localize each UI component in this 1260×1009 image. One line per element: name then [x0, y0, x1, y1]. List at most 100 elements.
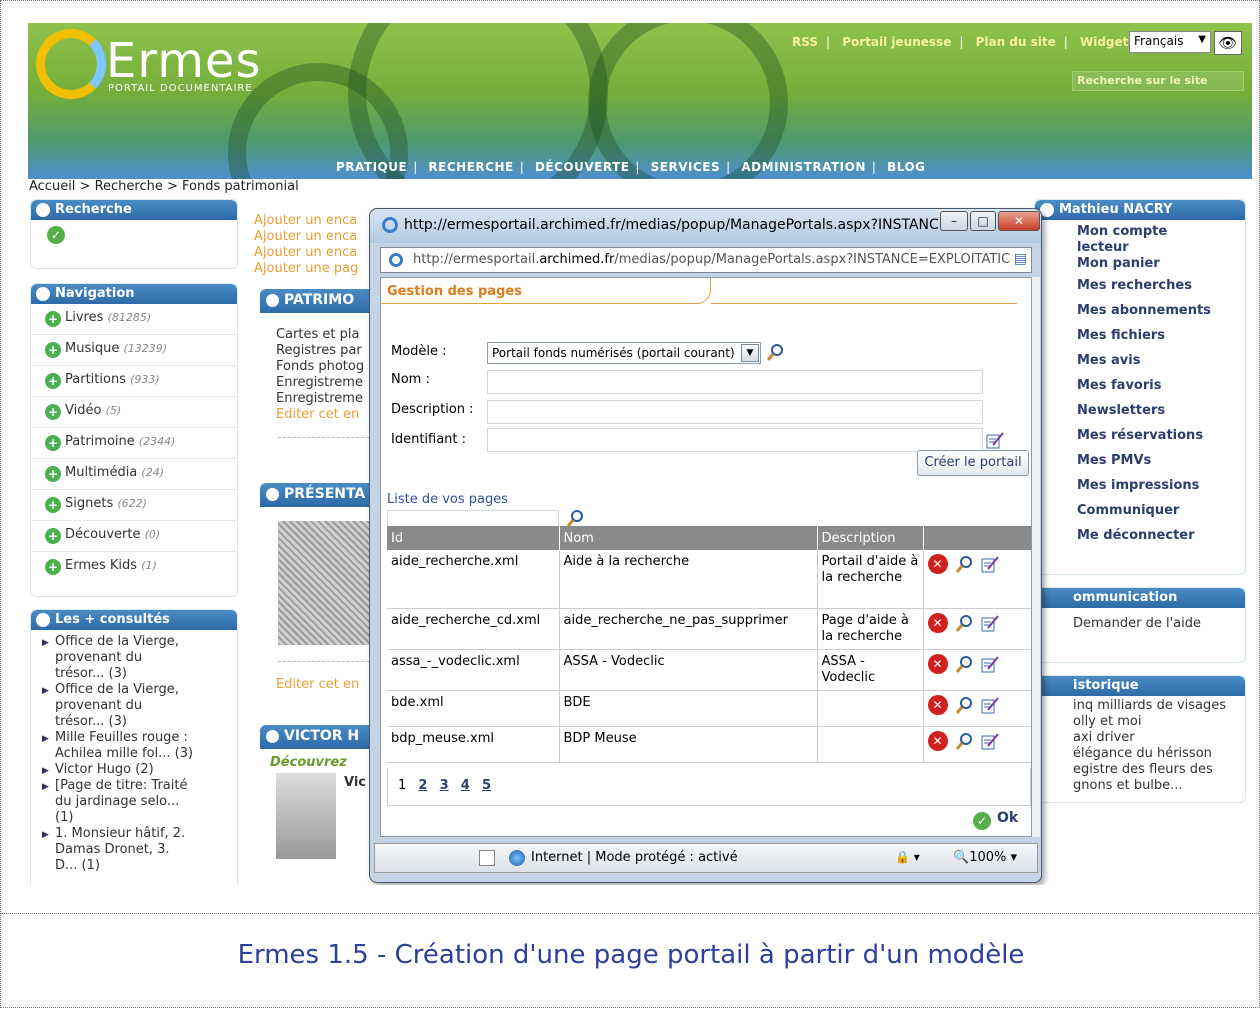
page-link[interactable]: 4 [461, 778, 470, 793]
page-link[interactable]: 3 [440, 778, 449, 793]
page-icon[interactable]: ▤ [1014, 251, 1027, 267]
language-select[interactable]: Français ▼ [1129, 31, 1211, 53]
link-mes-fichiers[interactable]: Mes fichiers [1077, 328, 1245, 353]
create-portal-button[interactable]: Créer le portail [917, 450, 1029, 476]
menu-pratique[interactable]: PRATIQUE [336, 160, 407, 174]
edit-icon[interactable] [980, 554, 1000, 574]
nav-item-patrimoine[interactable]: + Patrimoine (2344) [31, 428, 237, 459]
patrimoine-item[interactable]: Enregistreme [276, 375, 372, 391]
menu-administration[interactable]: ADMINISTRATION [741, 160, 865, 174]
add-link[interactable]: Ajouter un enca [254, 213, 374, 229]
link-mes-avis[interactable]: Mes avis [1077, 353, 1245, 378]
zoom-control[interactable]: 🔍100% ▾ [953, 850, 1017, 865]
scrollbar[interactable] [1032, 277, 1040, 837]
link-communiquer[interactable]: Communiquer [1077, 503, 1245, 528]
link-portail-jeunesse[interactable]: Portail jeunesse [842, 35, 951, 49]
check-icon[interactable]: ✓ [47, 226, 65, 244]
popup-titlebar[interactable]: http://ermesportail.archimed.fr/medias/p… [370, 209, 1041, 243]
link-rss[interactable]: RSS [792, 35, 818, 49]
search-icon[interactable] [954, 731, 974, 751]
historique-item[interactable]: gnons et bulbe... [1073, 778, 1245, 794]
nav-item-livres[interactable]: + Livres (81285) [31, 304, 237, 335]
historique-item[interactable]: inq milliards de visages [1073, 698, 1245, 714]
menu-blog[interactable]: BLOG [887, 160, 925, 174]
link-me-deconnecter[interactable]: Me déconnecter [1077, 528, 1245, 553]
link-demander-aide[interactable]: Demander de l'aide [1035, 608, 1245, 631]
delete-icon[interactable]: ✕ [927, 612, 948, 633]
col-id[interactable]: Id [387, 526, 560, 550]
maximize-button[interactable]: □ [970, 211, 996, 231]
edit-icon[interactable] [980, 731, 1000, 751]
add-link[interactable]: Ajouter un enca [254, 229, 374, 245]
historique-item[interactable]: axi driver [1073, 730, 1245, 746]
edit-link[interactable]: Editer cet en [276, 407, 372, 423]
nav-item-ermes-kids[interactable]: + Ermes Kids (1) [31, 552, 237, 583]
patrimoine-item[interactable]: Enregistreme [276, 391, 372, 407]
nav-item-partitions[interactable]: + Partitions (933) [31, 366, 237, 397]
site-search-input[interactable]: Recherche sur le site [1072, 71, 1244, 91]
nav-item-video[interactable]: + Vidéo (5) [31, 397, 237, 428]
identifiant-input[interactable] [487, 428, 983, 452]
link-mes-favoris[interactable]: Mes favoris [1077, 378, 1245, 403]
patrimoine-item[interactable]: Cartes et pla [276, 327, 372, 343]
logo-text[interactable]: Ermes [106, 33, 262, 89]
link-widgets[interactable]: Widgets [1080, 35, 1136, 49]
logo-icon[interactable] [36, 29, 106, 99]
edit-icon[interactable] [980, 613, 1000, 633]
historique-item[interactable]: egistre des fleurs des [1073, 762, 1245, 778]
consulte-item[interactable]: ▶ [Page de titre: Traité du jardinage sel… [41, 778, 201, 826]
engraving-image[interactable] [278, 521, 374, 645]
search-icon[interactable] [954, 654, 974, 674]
page-link[interactable]: 5 [482, 778, 491, 793]
edit-icon[interactable] [980, 654, 1000, 674]
delete-icon[interactable]: ✕ [927, 694, 948, 715]
portrait-image[interactable] [276, 773, 336, 859]
link-mes-abonnements[interactable]: Mes abonnements [1077, 303, 1245, 328]
link-mes-recherches[interactable]: Mes recherches [1077, 278, 1245, 303]
modele-select[interactable]: Portail fonds numérisés (portail courant… [487, 342, 761, 364]
link-newsletters[interactable]: Newsletters [1077, 403, 1245, 428]
security-icon[interactable]: 🔒 ▾ [895, 850, 920, 864]
link-mon-compte[interactable]: Mon compte lecteur [1077, 224, 1187, 260]
add-link[interactable]: Ajouter une pag [254, 261, 374, 277]
minimize-button[interactable]: – [940, 211, 968, 231]
add-link[interactable]: Ajouter un enca [254, 245, 374, 261]
delete-icon[interactable]: ✕ [927, 730, 948, 751]
col-nom[interactable]: Nom [559, 526, 818, 550]
edit-icon[interactable] [980, 695, 1000, 715]
historique-item[interactable]: élégance du hérisson [1073, 746, 1245, 762]
consulte-item[interactable]: ▶ 1. Monsieur hâtif, 2. Damas Dronet, 3. … [41, 826, 191, 874]
consulte-item[interactable]: ▶ Victor Hugo (2) [41, 762, 201, 778]
edit-icon[interactable] [985, 430, 1005, 450]
col-description[interactable]: Description [817, 526, 924, 550]
nav-item-multimedia[interactable]: + Multimédia (24) [31, 459, 237, 490]
search-icon[interactable] [954, 695, 974, 715]
popup-address-bar[interactable]: http://ermesportail.archimed.fr/medias/p… [380, 247, 1032, 273]
consulte-item[interactable]: ▶ Office de la Vierge, provenant du tréso… [41, 634, 191, 682]
breadcrumb[interactable]: Accueil > Recherche > Fonds patrimonial [29, 179, 299, 194]
link-mes-reservations[interactable]: Mes réservations [1077, 428, 1245, 453]
search-icon[interactable] [954, 554, 974, 574]
menu-services[interactable]: SERVICES [651, 160, 720, 174]
description-input[interactable] [487, 400, 983, 424]
consulte-item[interactable]: ▶ Mille Feuilles rouge : Achilea mille fo… [41, 730, 201, 762]
link-mes-impressions[interactable]: Mes impressions [1077, 478, 1245, 503]
page-link[interactable]: 2 [418, 778, 427, 793]
menu-recherche[interactable]: RECHERCHE [428, 160, 513, 174]
patrimoine-item[interactable]: Fonds photog [276, 359, 372, 375]
menu-decouverte[interactable]: DÉCOUVERTE [535, 160, 629, 174]
accessibility-eye-icon[interactable]: 👁 [1214, 31, 1242, 55]
link-mon-panier[interactable]: Mon panier [1077, 256, 1245, 278]
link-plan-du-site[interactable]: Plan du site [976, 35, 1056, 49]
search-icon[interactable] [954, 613, 974, 633]
link-mes-pmvs[interactable]: Mes PMVs [1077, 453, 1245, 478]
consulte-item[interactable]: ▶ Office de la Vierge, provenant du tréso… [41, 682, 191, 730]
delete-icon[interactable]: ✕ [927, 653, 948, 674]
nav-item-decouverte[interactable]: + Découverte (0) [31, 521, 237, 552]
nom-input[interactable] [487, 370, 983, 394]
delete-icon[interactable]: ✕ [927, 554, 948, 574]
historique-item[interactable]: olly et moi [1073, 714, 1245, 730]
close-button[interactable]: ✕ [998, 211, 1040, 231]
edit-link[interactable]: Editer cet en [276, 677, 359, 693]
search-icon[interactable] [765, 342, 785, 362]
